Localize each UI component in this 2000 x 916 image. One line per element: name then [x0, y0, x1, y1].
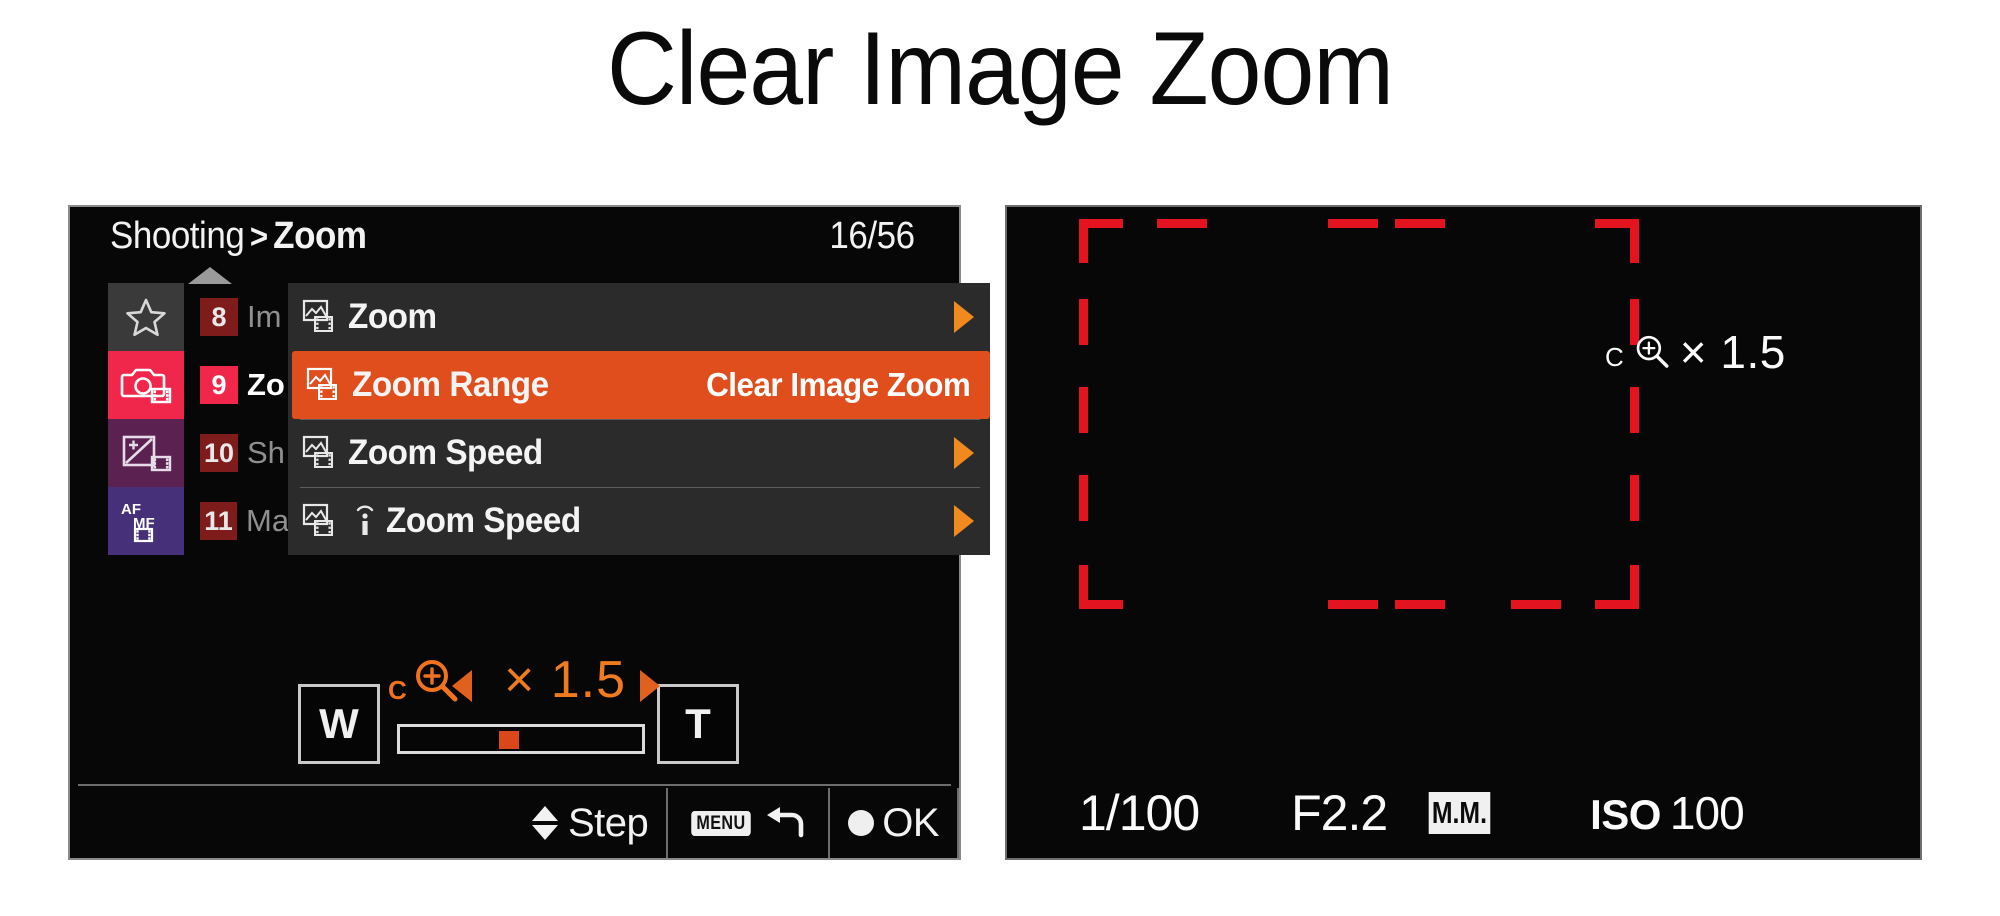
group-row[interactable]: 9 Zo	[194, 351, 288, 419]
movie-zoom-icon	[302, 503, 333, 536]
step-hint: Step	[514, 788, 666, 858]
step-label: Step	[567, 800, 649, 845]
group-row[interactable]: 11 Ma	[194, 487, 288, 555]
zoom-control: W T C × 1.5	[70, 651, 963, 782]
recording-frame-marker	[1079, 219, 1639, 609]
group-number-badge: 11	[200, 502, 238, 540]
menu-item-label: Zoom Range	[352, 365, 549, 404]
submenu-caret-icon	[954, 505, 974, 537]
ok-label: OK	[882, 800, 939, 845]
tele-button[interactable]: T	[657, 684, 739, 764]
clear-image-zoom-letter: C	[388, 675, 407, 705]
page-counter: 16/56	[829, 215, 916, 257]
menu-item-zoom-speed[interactable]: Zoom Speed	[288, 419, 990, 487]
aperture-value: F2.2	[1291, 785, 1388, 841]
menu-back-button[interactable]: MENU	[666, 788, 828, 858]
screenshot-root: Clear Image Zoom Shooting > Zoom 16/56 A…	[0, 0, 2000, 916]
menu-item-label: Zoom Speed	[386, 501, 581, 540]
ok-button[interactable]: OK	[828, 788, 959, 858]
menu-item-label: Zoom Speed	[348, 433, 543, 472]
group-label: Sh	[247, 435, 285, 470]
group-label: Im	[247, 299, 282, 334]
group-label: Zo	[247, 367, 285, 402]
menu-header: Shooting > Zoom 16/56	[70, 207, 959, 267]
live-view-zoom-value: × 1.5	[1679, 326, 1786, 378]
menu-item-remote-zoom-speed[interactable]: Zoom Speed	[288, 487, 990, 555]
exposure-movie-icon	[122, 435, 172, 472]
iso-indicator: ISO 100	[1590, 786, 1745, 840]
submenu-caret-icon	[954, 301, 974, 333]
back-arrow-icon	[767, 807, 804, 838]
group-number-column: 8 Im 9 Zo 10 Sh 11 Ma	[194, 283, 288, 555]
submenu-caret-icon	[954, 437, 974, 469]
movie-zoom-icon	[302, 299, 333, 332]
zoom-decrease-arrow-icon[interactable]	[452, 670, 472, 702]
zoom-increase-arrow-icon[interactable]	[640, 670, 660, 702]
group-row[interactable]: 10 Sh	[194, 419, 288, 487]
up-down-arrows-icon	[531, 806, 558, 840]
sidebar-item-focus[interactable]: AF MF	[108, 487, 184, 555]
shutter-speed-value: 1/100	[1079, 785, 1200, 841]
zoom-slider[interactable]	[397, 724, 645, 754]
tab-strip: AF MF	[108, 283, 184, 555]
zoom-factor-value: × 1.5	[503, 651, 627, 709]
group-number-badge: 8	[200, 298, 238, 336]
zoom-slider-handle[interactable]	[498, 731, 519, 749]
movie-zoom-icon	[302, 435, 333, 468]
group-number-badge: 10	[200, 434, 238, 472]
sidebar-item-exposure[interactable]	[108, 419, 184, 487]
scroll-up-indicator-icon	[188, 267, 232, 284]
wide-button[interactable]: W	[298, 684, 380, 764]
camera-menu-panel: Shooting > Zoom 16/56 AF MF 8 Im 9 Zo 10…	[68, 205, 990, 860]
group-label: Ma	[246, 503, 288, 538]
menu-bottom-bar: Step MENU OK	[70, 788, 959, 858]
settings-list: Zoom Zoom Range Clear Image Zoom Zoom Sp…	[288, 283, 990, 555]
live-view-zoom-indicator: C × 1.5	[1605, 325, 1786, 379]
breadcrumb-crumb-2: Zoom	[273, 215, 367, 257]
sidebar-item-favorites[interactable]	[108, 283, 184, 351]
iso-label: ISO	[1590, 791, 1661, 838]
bottom-divider	[78, 784, 951, 786]
remote-control-icon	[356, 505, 374, 535]
clear-image-zoom-letter: C	[1605, 342, 1624, 372]
metering-mode-badge: M.M.	[1428, 792, 1491, 834]
menu-item-zoom-range[interactable]: Zoom Range Clear Image Zoom	[292, 351, 990, 419]
group-row[interactable]: 8 Im	[194, 283, 288, 351]
magnifier-plus-icon	[1636, 335, 1669, 368]
breadcrumb-separator-icon: >	[249, 218, 268, 256]
circle-dot-icon	[848, 810, 875, 836]
breadcrumb: Shooting > Zoom	[110, 215, 367, 258]
iso-value: 100	[1669, 787, 1745, 839]
star-icon	[126, 298, 166, 337]
menu-item-label: Zoom	[348, 297, 437, 336]
menu-chip: MENU	[691, 810, 751, 836]
page-title: Clear Image Zoom	[606, 11, 1394, 127]
live-view-panel: C × 1.5 1/100 F2.2 M.M. ISO 100	[1005, 205, 1922, 860]
live-view-status-bar: 1/100 F2.2 M.M. ISO 100	[1007, 784, 1920, 842]
sidebar-item-shooting[interactable]	[108, 351, 184, 419]
movie-zoom-icon	[306, 367, 337, 400]
camera-movie-icon	[120, 368, 172, 404]
group-number-badge: 9	[200, 366, 238, 404]
breadcrumb-crumb-1: Shooting	[110, 215, 245, 257]
menu-item-zoom[interactable]: Zoom	[288, 283, 990, 351]
menu-item-value: Clear Image Zoom	[706, 366, 971, 403]
af-mf-movie-icon: AF MF	[121, 501, 155, 543]
